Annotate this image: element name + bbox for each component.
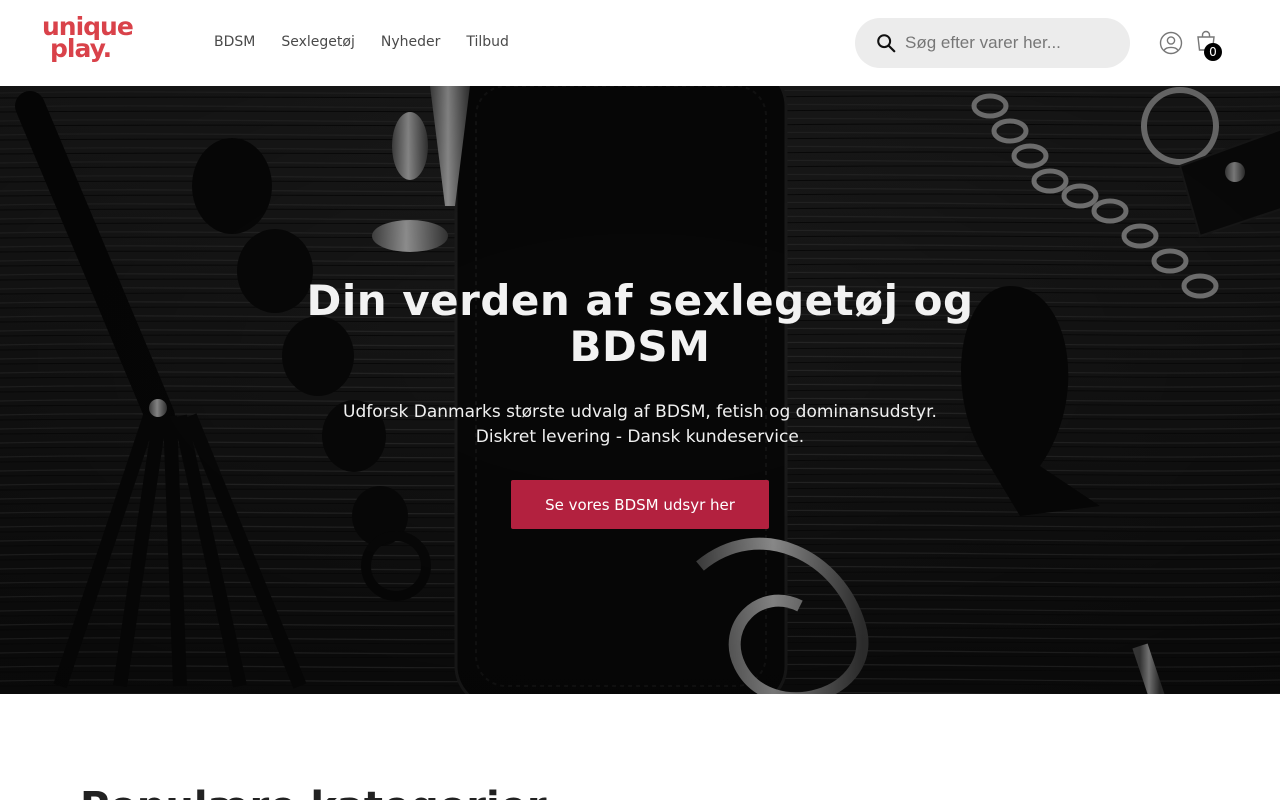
hero-banner: Din verden af sexlegetøj og BDSM Udforsk…: [0, 86, 1280, 694]
search-input[interactable]: [905, 33, 1105, 53]
nav-item-sexlegetoj[interactable]: Sexlegetøj: [281, 32, 355, 52]
nav-item-nyheder[interactable]: Nyheder: [381, 32, 441, 52]
site-header: unique play. BDSM Sexlegetøj Nyheder Til…: [0, 0, 1280, 86]
hero-subtitle: Udforsk Danmarks største udvalg af BDSM,…: [290, 400, 990, 450]
cart-count-badge: 0: [1204, 43, 1222, 61]
hero-subtitle-line2: Diskret levering - Dansk kundeservice.: [475, 427, 805, 447]
main-nav: BDSM Sexlegetøj Nyheder Tilbud: [214, 32, 535, 52]
hero-background-image: [0, 86, 1280, 694]
hero-title: Din verden af sexlegetøj og BDSM: [306, 276, 974, 371]
logo-line2: play.: [50, 34, 112, 63]
hero-cta-button[interactable]: Se vores BDSM udsyr her: [511, 480, 769, 529]
search-bar: [855, 18, 1130, 68]
site-logo[interactable]: unique play.: [42, 14, 150, 68]
nav-item-bdsm[interactable]: BDSM: [214, 32, 255, 52]
nav-item-tilbud[interactable]: Tilbud: [466, 32, 509, 52]
search-icon[interactable]: [875, 32, 897, 54]
hero-subtitle-line1: Udforsk Danmarks største udvalg af BDSM,…: [343, 402, 937, 422]
user-icon[interactable]: [1159, 31, 1183, 55]
section-title: Populære kategorier: [80, 784, 547, 800]
